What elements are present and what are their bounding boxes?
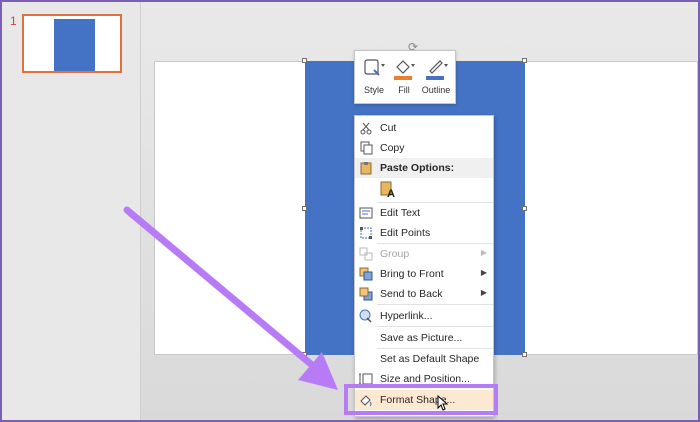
paste-keep-text-only-button[interactable]: A <box>355 178 493 202</box>
slide-number: 1 <box>10 14 17 28</box>
menu-item-edit-points[interactable]: Edit Points <box>355 223 493 243</box>
menu-item-bring-to-front[interactable]: Bring to Front ▶ <box>355 264 493 284</box>
menu-item-save-as-picture[interactable]: Save as Picture... <box>355 328 493 348</box>
hyperlink-globe-icon <box>359 309 372 323</box>
paste-options-header: Paste Options: <box>355 158 493 178</box>
resize-handle-sw[interactable] <box>302 352 307 357</box>
format-shape-highlight-box <box>344 384 498 415</box>
fill-button[interactable]: Fill <box>389 55 419 95</box>
resize-handle-nw[interactable] <box>302 58 307 63</box>
menu-item-send-to-back[interactable]: Send to Back ▶ <box>355 284 493 304</box>
slide-thumbnail-pane: 1 <box>0 0 141 422</box>
submenu-arrow-icon: ▶ <box>480 248 487 257</box>
menu-item-edit-text[interactable]: Edit Text <box>355 203 493 223</box>
outline-button[interactable]: Outline <box>419 55 453 95</box>
style-button[interactable]: Style <box>359 55 389 95</box>
resize-handle-se[interactable] <box>522 352 527 357</box>
outline-label: Outline <box>421 85 451 95</box>
resize-handle-w[interactable] <box>302 206 307 211</box>
menu-item-cut[interactable]: Cut <box>355 118 493 138</box>
send-to-back-icon <box>359 287 373 301</box>
mini-toolbar: Style Fill Outline <box>354 50 456 104</box>
resize-handle-ne[interactable] <box>522 58 527 63</box>
context-menu: Cut Copy Paste Options: A Edit Text Edit… <box>354 115 494 417</box>
bring-to-front-icon <box>359 267 373 281</box>
edit-points-icon <box>360 227 372 239</box>
pen-outline-icon <box>426 60 448 80</box>
menu-item-hyperlink[interactable]: Hyperlink... <box>355 306 493 326</box>
scissors-icon <box>360 122 372 135</box>
copy-icon <box>360 141 373 155</box>
svg-text:A: A <box>387 188 395 198</box>
menu-separator <box>377 326 493 327</box>
menu-separator <box>377 304 493 305</box>
menu-item-copy[interactable]: Copy <box>355 138 493 158</box>
edit-text-icon <box>359 207 373 219</box>
style-label: Style <box>363 85 384 95</box>
mouse-pointer-icon <box>437 395 449 411</box>
fill-label: Fill <box>398 85 410 95</box>
thumbnail-shape <box>54 19 95 71</box>
menu-item-group[interactable]: Group ▶ <box>355 244 493 264</box>
submenu-arrow-icon: ▶ <box>480 268 487 277</box>
resize-handle-e[interactable] <box>522 206 527 211</box>
menu-item-set-default-shape[interactable]: Set as Default Shape <box>355 349 493 369</box>
clipboard-icon <box>360 162 372 175</box>
shape-style-icon <box>364 59 385 76</box>
slide-thumbnail[interactable] <box>22 14 122 73</box>
submenu-arrow-icon: ▶ <box>480 288 487 297</box>
paint-bucket-icon <box>394 60 415 80</box>
paste-text-only-icon: A <box>380 181 395 198</box>
group-icon <box>359 247 373 261</box>
